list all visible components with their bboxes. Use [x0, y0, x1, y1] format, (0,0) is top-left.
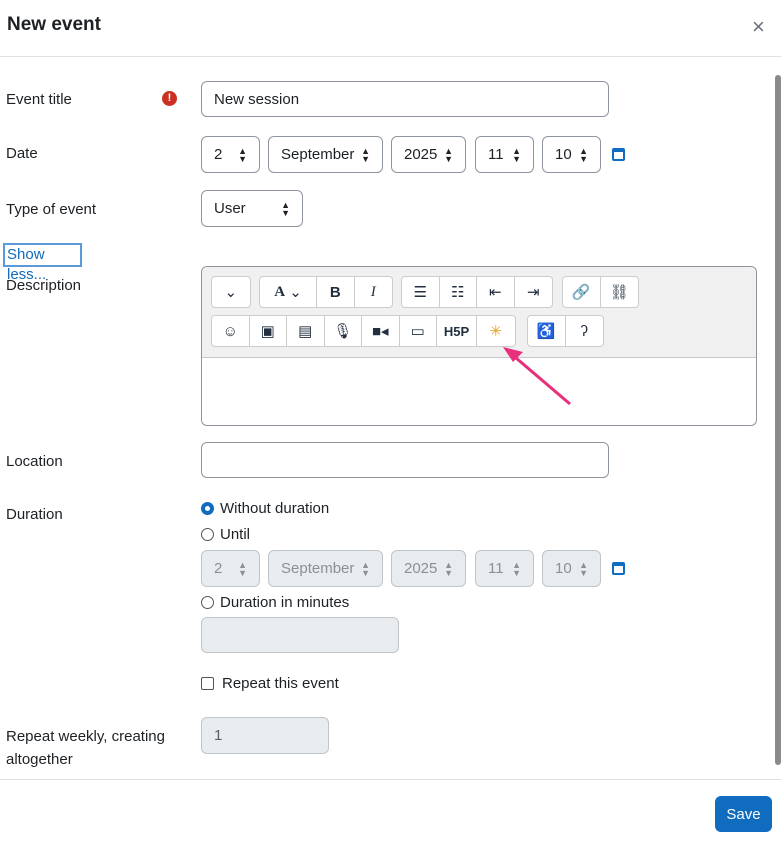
location-input[interactable]: [201, 442, 609, 478]
media-file-icon[interactable]: ▤: [287, 316, 325, 346]
location-label: Location: [6, 453, 63, 470]
numbered-list-icon[interactable]: ☷: [440, 277, 477, 307]
close-icon[interactable]: ×: [752, 14, 765, 40]
indent-icon[interactable]: ⇥: [515, 277, 553, 307]
editor-toolbar: ⌄ A ⌄ B I ☰ ☷ ⇤ ⇥ 🔗 ⛓ ☺ ▣ ▤ 🎙 ■◂ ▭ H5P ✳…: [202, 267, 756, 358]
caret-icon: ▲ ▼: [579, 145, 588, 164]
until-label: Until: [220, 526, 251, 543]
value: September: [281, 146, 355, 163]
repeat-weekly-input[interactable]: 1: [201, 717, 329, 754]
until-hour-select[interactable]: 11 ▲ ▼: [475, 550, 534, 587]
caret-icon: ▲ ▼: [444, 559, 453, 578]
until-radio[interactable]: [201, 528, 214, 541]
value: 11: [488, 146, 504, 163]
bullet-list-icon[interactable]: ☰: [402, 277, 440, 307]
date-month-select[interactable]: September ▲ ▼: [268, 136, 383, 173]
until-day-select[interactable]: 2 ▲ ▼: [201, 550, 260, 587]
until-month-select[interactable]: September ▲ ▼: [268, 550, 383, 587]
value: September: [281, 560, 355, 577]
type-label: Type of event: [6, 201, 97, 218]
dialog-footer: [0, 779, 781, 780]
microphone-icon[interactable]: 🎙: [325, 316, 362, 346]
event-title-input[interactable]: New session: [201, 81, 609, 117]
calendar-icon[interactable]: [612, 148, 625, 161]
caret-icon: ▲ ▼: [579, 559, 588, 578]
until-year-select[interactable]: 2025 ▲ ▼: [391, 550, 466, 587]
date-year-select[interactable]: 2025 ▲ ▼: [391, 136, 466, 173]
bold-icon[interactable]: B: [317, 277, 355, 307]
repeat-weekly-label-2: altogether: [6, 751, 73, 768]
caret-icon: ▲ ▼: [238, 559, 247, 578]
value: 2025: [404, 560, 438, 577]
duration-minutes-input[interactable]: [201, 617, 399, 653]
duration-minutes-radio[interactable]: [201, 596, 214, 609]
description-label: Description: [6, 277, 82, 294]
caret-icon: ▲ ▼: [238, 145, 247, 164]
duration-label: Duration: [6, 506, 63, 523]
save-button[interactable]: Save: [715, 796, 772, 832]
caret-icon: ▲ ▼: [512, 559, 521, 578]
dialog-title: New event: [7, 14, 101, 35]
caret-icon: ▲ ▼: [361, 559, 370, 578]
link-icon[interactable]: 🔗: [563, 277, 601, 307]
value: 10: [555, 146, 572, 163]
responsive-icon[interactable]: ▭: [400, 316, 437, 346]
value: User: [214, 200, 246, 217]
repeat-label: Repeat this event: [222, 675, 339, 692]
outdent-icon[interactable]: ⇤: [477, 277, 515, 307]
duration-minutes-label: Duration in minutes: [220, 594, 350, 611]
exclamation-circle-icon: !: [162, 91, 177, 106]
video-icon[interactable]: ■◂: [362, 316, 400, 346]
value: 2025: [404, 146, 438, 163]
date-minute-select[interactable]: 10 ▲ ▼: [542, 136, 601, 173]
font-color-icon[interactable]: A ⌄: [260, 277, 317, 307]
caret-icon: ▲ ▼: [361, 145, 370, 164]
image-icon[interactable]: ▣: [250, 316, 287, 346]
calendar-icon[interactable]: [612, 562, 625, 575]
dialog-header: [0, 0, 781, 57]
description-editor[interactable]: ⌄ A ⌄ B I ☰ ☷ ⇤ ⇥ 🔗 ⛓ ☺ ▣ ▤ 🎙 ■◂ ▭ H5P ✳…: [201, 266, 757, 426]
date-day-select[interactable]: 2 ▲ ▼: [201, 136, 260, 173]
date-label: Date: [6, 145, 38, 162]
h5p-icon[interactable]: H5P: [437, 316, 477, 346]
unlink-icon[interactable]: ⛓: [601, 277, 639, 307]
show-less-link[interactable]: Show less...: [3, 243, 82, 283]
repeat-weekly-label-1: Repeat weekly, creating: [6, 728, 165, 745]
until-minute-select[interactable]: 10 ▲ ▼: [542, 550, 601, 587]
emoji-icon[interactable]: ☺: [212, 316, 250, 346]
caret-icon: ▲ ▼: [512, 145, 521, 164]
event-type-select[interactable]: User ▲ ▼: [201, 190, 303, 227]
italic-icon[interactable]: I: [355, 277, 393, 307]
value: 2: [214, 146, 223, 163]
without-duration-label: Without duration: [220, 500, 330, 517]
scrollbar[interactable]: [775, 75, 781, 765]
caret-icon: ▲ ▼: [281, 199, 290, 218]
event-title-label: Event title: [6, 91, 72, 108]
date-hour-select[interactable]: 11 ▲ ▼: [475, 136, 534, 173]
chevron-down-icon[interactable]: ⌄: [212, 277, 250, 307]
repeat-checkbox[interactable]: [201, 677, 214, 690]
value: 10: [555, 560, 572, 577]
value: 11: [488, 560, 504, 577]
value: 2: [214, 560, 223, 577]
without-duration-radio[interactable]: [201, 502, 214, 515]
caret-icon: ▲ ▼: [444, 145, 453, 164]
annotation-arrow: [503, 347, 571, 406]
